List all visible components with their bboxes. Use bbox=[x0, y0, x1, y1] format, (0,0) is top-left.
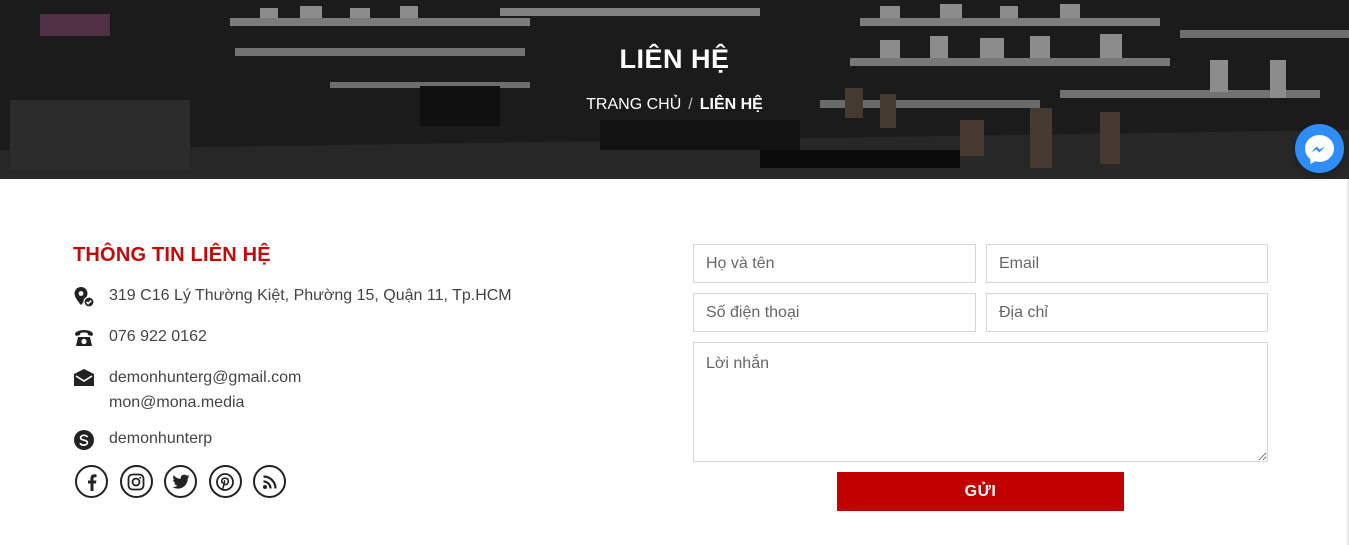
instagram-link[interactable] bbox=[119, 465, 153, 498]
email-link-primary[interactable]: demonhunterg@gmail.com bbox=[109, 365, 301, 390]
pinterest-icon bbox=[216, 472, 234, 491]
pinterest-link[interactable] bbox=[208, 465, 242, 498]
email-list: demonhunterg@gmail.com mon@mona.media bbox=[109, 365, 301, 415]
page-title: LIÊN HỆ bbox=[619, 44, 730, 74]
skype-row: demonhunterp bbox=[73, 429, 212, 451]
facebook-link[interactable] bbox=[75, 465, 108, 498]
skype-icon bbox=[74, 430, 94, 450]
contact-info-heading: THÔNG TIN LIÊN HỆ bbox=[73, 244, 271, 266]
breadcrumb-home-link[interactable]: TRANG CHỦ bbox=[586, 96, 681, 113]
facebook-icon bbox=[87, 473, 96, 491]
rss-link[interactable] bbox=[253, 465, 286, 498]
email-row: demonhunterg@gmail.com mon@mona.media bbox=[73, 368, 301, 415]
email-input[interactable] bbox=[986, 244, 1268, 283]
email-link-secondary[interactable]: mon@mona.media bbox=[109, 390, 301, 415]
instagram-icon bbox=[127, 473, 145, 490]
address-row: 319 C16 Lý Thường Kiệt, Phường 15, Quận … bbox=[73, 286, 512, 308]
messenger-icon bbox=[1305, 135, 1334, 164]
submit-button[interactable]: GỬI bbox=[837, 472, 1124, 511]
breadcrumb-separator: / bbox=[688, 96, 693, 113]
social-links bbox=[75, 465, 298, 498]
messenger-chat-button[interactable] bbox=[1295, 124, 1344, 173]
address-text: 319 C16 Lý Thường Kiệt, Phường 15, Quận … bbox=[109, 287, 512, 304]
hero-overlay bbox=[0, 0, 1349, 179]
address-input[interactable] bbox=[986, 293, 1268, 332]
message-textarea[interactable] bbox=[693, 342, 1268, 462]
hero-banner: LIÊN HỆ TRANG CHỦ / LIÊN HỆ bbox=[0, 0, 1349, 179]
phone-input[interactable] bbox=[693, 293, 976, 332]
phone-row: 076 922 0162 bbox=[73, 327, 207, 349]
twitter-icon bbox=[171, 474, 189, 489]
location-check-icon bbox=[74, 287, 95, 308]
telephone-icon bbox=[75, 330, 93, 346]
breadcrumb: TRANG CHỦ / LIÊN HỆ bbox=[0, 96, 1349, 114]
breadcrumb-current: LIÊN HỆ bbox=[699, 96, 763, 113]
envelope-icon bbox=[74, 369, 94, 386]
skype-text[interactable]: demonhunterp bbox=[109, 426, 212, 451]
name-input[interactable] bbox=[693, 244, 976, 283]
phone-text[interactable]: 076 922 0162 bbox=[109, 324, 207, 349]
twitter-link[interactable] bbox=[164, 465, 197, 498]
rss-icon bbox=[262, 474, 277, 489]
